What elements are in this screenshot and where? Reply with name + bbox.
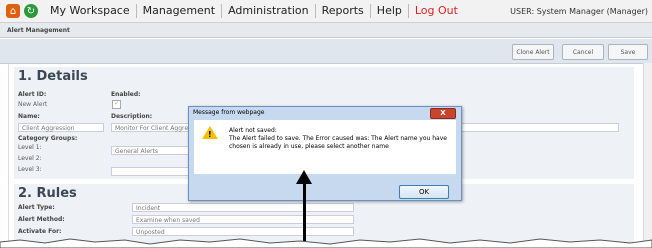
cancel-button[interactable]: Cancel bbox=[562, 44, 604, 60]
save-button[interactable]: Save bbox=[608, 44, 648, 60]
level2-label: Level 2: bbox=[18, 155, 42, 162]
alert-type-label: Alert Type: bbox=[18, 204, 55, 211]
alert-type-select[interactable]: Incident bbox=[132, 203, 354, 212]
details-title: 1. Details bbox=[18, 69, 88, 84]
torn-edge bbox=[0, 238, 652, 248]
name-label: Name: bbox=[18, 113, 40, 120]
activate-for-select[interactable]: Unposted bbox=[132, 227, 354, 236]
user-label: USER: System Manager (Manager) bbox=[510, 6, 648, 16]
activate-for-label: Activate For: bbox=[18, 228, 62, 235]
vertical-scrollbar[interactable] bbox=[643, 63, 652, 243]
dialog-message: Alert not saved: The Alert failed to sav… bbox=[229, 127, 449, 151]
dialog-title: Message from webpage bbox=[193, 109, 265, 116]
alert-method-select[interactable]: Examine when saved bbox=[132, 215, 354, 224]
nav-administration[interactable]: Administration bbox=[222, 4, 316, 18]
refresh-icon[interactable]: ↻ bbox=[24, 4, 38, 18]
enabled-label: Enabled: bbox=[111, 91, 141, 98]
nav-management[interactable]: Management bbox=[137, 4, 223, 18]
top-nav-bar: ⌂ ↻ My Workspace Management Administrati… bbox=[0, 0, 652, 23]
annotation-arrow-head bbox=[296, 170, 312, 184]
dialog-close-button[interactable]: X bbox=[430, 108, 456, 119]
category-groups-label: Category Groups: bbox=[18, 135, 78, 142]
name-field[interactable]: Client Aggression bbox=[18, 123, 104, 132]
rules-title: 2. Rules bbox=[18, 186, 77, 201]
alert-id-value: New Alert bbox=[18, 101, 48, 108]
level1-label: Level 1: bbox=[18, 144, 42, 151]
alert-method-label: Alert Method: bbox=[18, 216, 65, 223]
dialog-message-line2: The Alert failed to save. The Error caus… bbox=[229, 135, 447, 150]
nav-reports[interactable]: Reports bbox=[316, 4, 371, 18]
breadcrumb: Alert Management bbox=[0, 23, 652, 38]
home-icon[interactable]: ⌂ bbox=[6, 4, 20, 18]
warning-icon-mark: ! bbox=[208, 130, 212, 139]
message-dialog: Message from webpage X ! Alert not saved… bbox=[188, 106, 462, 201]
clone-alert-button[interactable]: Clone Alert bbox=[512, 44, 554, 60]
toolbar: Clone Alert Cancel Save bbox=[0, 39, 652, 64]
nav-logout[interactable]: Log Out bbox=[409, 4, 464, 18]
nav-my-workspace[interactable]: My Workspace bbox=[44, 4, 137, 18]
dialog-message-line1: Alert not saved: bbox=[229, 127, 277, 134]
nav-help[interactable]: Help bbox=[371, 4, 409, 18]
dialog-ok-button[interactable]: OK bbox=[399, 185, 449, 199]
enabled-checkbox[interactable]: ✓ bbox=[112, 100, 121, 109]
level3-label: Level 3: bbox=[18, 166, 42, 173]
description-label: Description: bbox=[111, 113, 153, 120]
alert-id-label: Alert ID: bbox=[18, 91, 47, 98]
